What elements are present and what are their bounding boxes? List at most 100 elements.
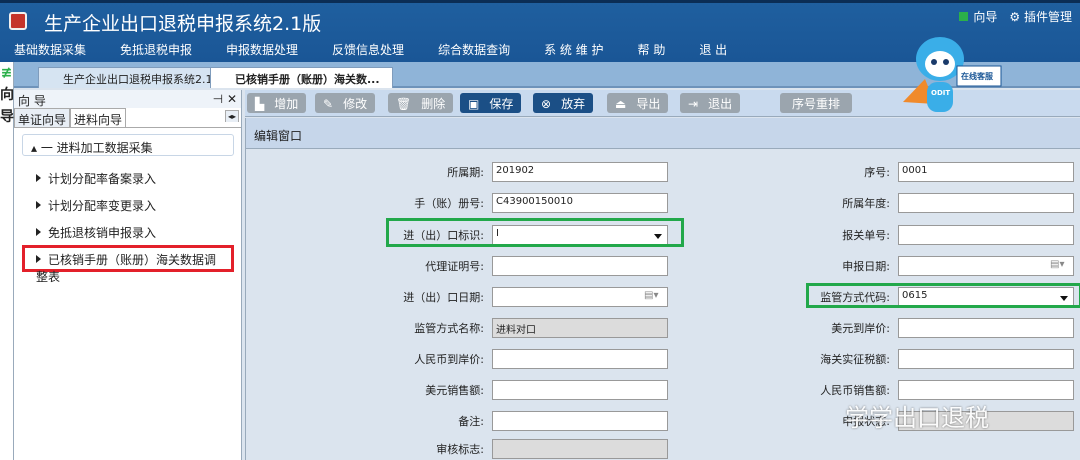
form-row: 报关单号: — [748, 225, 1074, 245]
edit-window-title: 编辑窗口 — [246, 118, 1080, 149]
form-row: 申报日期: ▤▾ — [748, 256, 1074, 276]
field-input[interactable]: 进料对口 — [492, 318, 668, 338]
menu-system[interactable]: 系 统 维 护 — [544, 41, 603, 58]
tree-item[interactable]: 免抵退核销申报录入 — [22, 218, 234, 245]
field-input[interactable]: 201902 — [492, 162, 668, 182]
delete-button[interactable]: 🗑 删除 — [388, 93, 454, 113]
export-button[interactable]: ⏏ 导出 — [607, 93, 669, 113]
guide-icon — [959, 12, 969, 21]
field-input[interactable] — [898, 349, 1074, 369]
tree-item[interactable]: 计划分配率备案录入 — [22, 164, 234, 191]
field-label: 序号: — [864, 166, 890, 179]
add-button[interactable]: ▙ 增加 — [247, 93, 307, 113]
guide-panel: 向 导 ⊣ ✕ 单证向导 进料向导 ◂▸ ▴ 一 进料加工数据采集 计划分配率备案… — [14, 90, 242, 460]
form-row: 进（出）口日期: ▤▾ — [342, 287, 668, 307]
guide-tree: ▴ 一 进料加工数据采集 计划分配率备案录入 计划分配率变更录入 免抵退核销申报… — [22, 134, 234, 284]
tab-import-guide[interactable]: 进料向导 — [70, 108, 127, 127]
highlight-box — [386, 218, 684, 247]
field-input[interactable] — [898, 318, 1074, 338]
guide-strip[interactable]: ≢ 向 导 — [0, 62, 14, 460]
field-input[interactable]: C43900150010 — [492, 193, 668, 213]
field-input[interactable] — [898, 380, 1074, 400]
form-row: 美元销售额: — [342, 380, 668, 400]
field-label: 手（账）册号: — [414, 197, 484, 210]
form-row: 序号: 0001 — [748, 162, 1074, 182]
field-label: 所属期: — [447, 166, 484, 179]
menu-exit[interactable]: 退 出 — [699, 41, 727, 58]
online-service-label: 在线客服 — [961, 72, 993, 81]
calendar-icon[interactable]: ▤▾ — [1050, 259, 1068, 270]
field-label: 进（出）口日期: — [403, 291, 484, 304]
menu-data-process[interactable]: 申报数据处理 — [226, 41, 298, 58]
app-logo-icon — [9, 12, 27, 30]
menu-basic-data[interactable]: 基础数据采集 — [14, 41, 86, 58]
form-row: 监管方式名称: 进料对口 — [342, 318, 668, 338]
menu-help[interactable]: 帮 助 — [638, 41, 666, 58]
form-row: 备注: — [342, 411, 668, 431]
close-icon[interactable]: ✕ — [227, 92, 237, 106]
field-label: 报关单号: — [842, 229, 890, 242]
form-row: 手（账）册号: C43900150010 — [342, 193, 668, 213]
field-input[interactable] — [492, 411, 668, 431]
exit-icon: ⇥ — [688, 97, 699, 111]
save-icon: ▣ — [468, 97, 480, 111]
field-label: 审核标志: — [436, 443, 484, 456]
tab-document-guide[interactable]: 单证向导 — [14, 108, 71, 127]
field-label: 所属年度: — [842, 197, 890, 210]
mascot-icon — [903, 37, 1002, 112]
menu-declare[interactable]: 免抵退税申报 — [120, 41, 192, 58]
field-label: 人民币销售额: — [820, 384, 890, 397]
panel-title: 向 导 — [18, 94, 46, 108]
form-row: 海关实征税额: — [748, 349, 1074, 369]
online-service-mascot[interactable]: 在线客服 ODIT — [895, 24, 1005, 116]
watermark: 学学出口退税 — [845, 404, 989, 432]
field-input[interactable] — [898, 256, 1074, 276]
pin-icon: ≢ — [0, 65, 13, 81]
form-row: 美元到岸价: — [748, 318, 1074, 338]
tab-home[interactable]: 生产企业出口退税申报系统2.1版 — [38, 67, 237, 88]
form-row: 审核标志: — [342, 439, 668, 459]
field-label: 监管方式名称: — [414, 322, 484, 335]
guide-strip-char: 导 — [0, 109, 14, 125]
form-row: 人民币到岸价: — [342, 349, 668, 369]
field-label: 备注: — [458, 415, 484, 428]
field-input[interactable] — [492, 439, 668, 459]
renumber-button[interactable]: 序号重排 — [780, 93, 853, 113]
menu-query[interactable]: 综合数据查询 — [438, 41, 510, 58]
save-button[interactable]: ▣ 保存 — [460, 93, 522, 113]
field-label: 代理证明号: — [425, 260, 484, 273]
scroll-arrows-icon[interactable]: ◂▸ — [224, 110, 239, 122]
field-label: 海关实征税额: — [820, 353, 890, 366]
field-input[interactable] — [492, 287, 668, 307]
cancel-icon: ⊗ — [541, 97, 552, 111]
field-label: 申报日期: — [842, 260, 890, 273]
field-input[interactable] — [898, 193, 1074, 213]
field-label: 美元到岸价: — [831, 322, 890, 335]
gear-icon: ⚙ — [1009, 10, 1024, 24]
exit-button[interactable]: ⇥ 退出 — [680, 93, 741, 113]
field-input[interactable]: 0001 — [898, 162, 1074, 182]
field-label: 美元销售额: — [425, 384, 484, 397]
add-icon: ▙ — [255, 97, 265, 111]
main-menu: 基础数据采集 免抵退税申报 申报数据处理 反馈信息处理 综合数据查询 系 统 维… — [14, 41, 761, 58]
mascot-tag: ODIT — [931, 89, 951, 97]
tree-group-header[interactable]: ▴ 一 进料加工数据采集 — [22, 134, 234, 156]
menu-feedback[interactable]: 反馈信息处理 — [332, 41, 404, 58]
calendar-icon[interactable]: ▤▾ — [644, 290, 662, 301]
pin-icon[interactable]: ⊣ — [213, 92, 223, 106]
field-input[interactable] — [898, 225, 1074, 245]
guide-link[interactable]: 向导 — [959, 8, 997, 25]
tree-item-selected[interactable]: 已核销手册（账册）海关数据调整表 — [22, 245, 234, 284]
form-row: 所属年度: — [748, 193, 1074, 213]
field-input[interactable] — [492, 380, 668, 400]
field-input[interactable] — [492, 256, 668, 276]
plugins-link[interactable]: ⚙ 插件管理 — [1009, 8, 1072, 25]
tab-adjust-table[interactable]: 已核销手册（账册）海关数... — [210, 67, 393, 88]
guide-strip-char: 向 — [0, 87, 14, 103]
tree-item[interactable]: 计划分配率变更录入 — [22, 191, 234, 218]
edit-button[interactable]: ✎ 修改 — [315, 93, 376, 113]
field-input[interactable] — [492, 349, 668, 369]
discard-button[interactable]: ⊗ 放弃 — [533, 93, 594, 113]
app-title: 生产企业出口退税申报系统2.1版 — [44, 13, 322, 35]
form-row: 人民币销售额: — [748, 380, 1074, 400]
